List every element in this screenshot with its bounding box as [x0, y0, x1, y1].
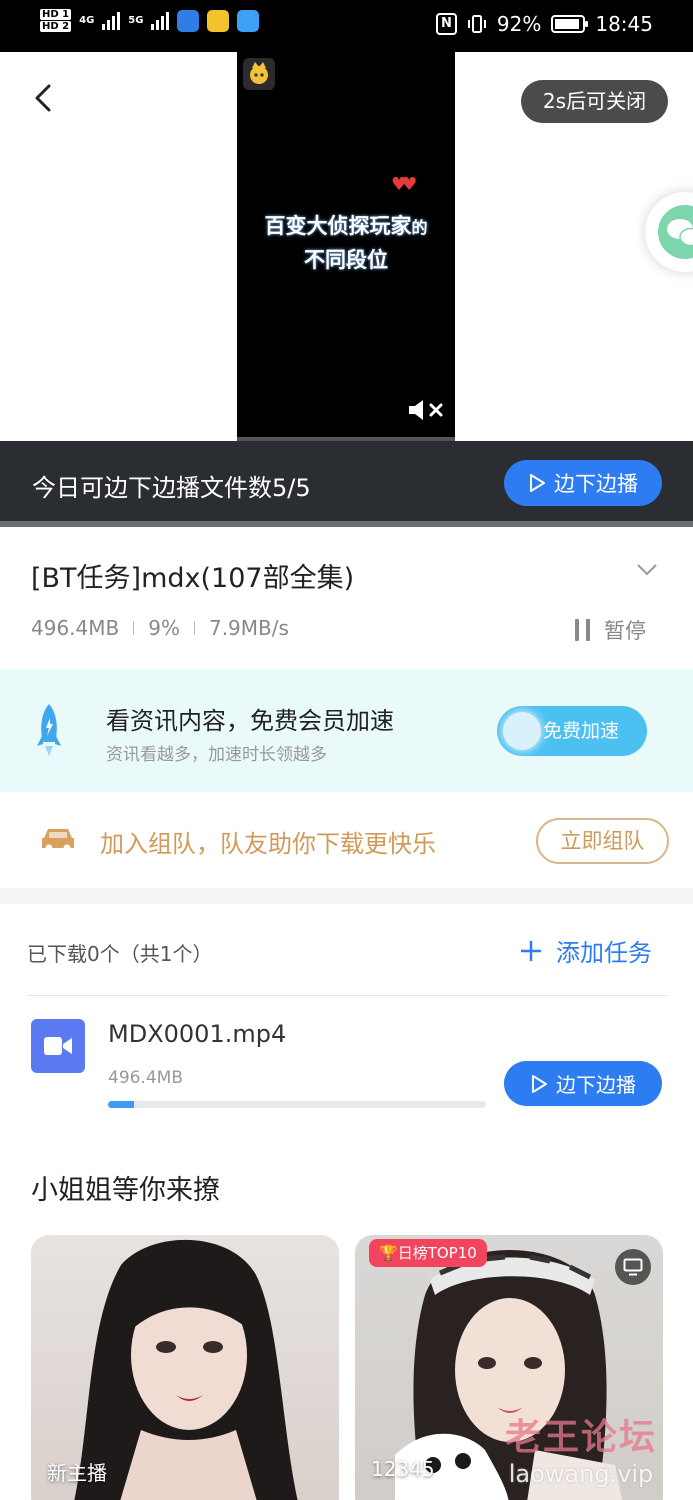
network-5g-label: 5G: [128, 14, 144, 26]
rocket-icon: [37, 704, 61, 756]
rank-badge: 🏆日榜TOP10: [369, 1239, 487, 1267]
rank-badge-label: 日榜TOP10: [397, 1244, 477, 1262]
pause-icon: [575, 619, 590, 641]
file-play-label: 边下边播: [556, 1073, 636, 1097]
app-notification-icon: [177, 9, 200, 32]
section-gap: [0, 888, 693, 904]
video-caption-line1: 百变大侦探玩家的: [237, 210, 455, 240]
vibrate-icon: [467, 15, 486, 33]
card-label: 新主播: [47, 1461, 107, 1485]
file-progress-bar: [108, 1101, 486, 1108]
battery-icon: [551, 15, 589, 33]
video-file-icon: [31, 1019, 85, 1073]
status-right: N 92% 18:45: [436, 12, 653, 36]
play-while-download-label: 边下边播: [554, 472, 638, 496]
add-task-label: 添加任务: [556, 939, 652, 967]
pause-button[interactable]: 暂停: [575, 615, 646, 645]
free-accelerate-button[interactable]: 免费加速: [497, 706, 647, 756]
screen-icon[interactable]: [615, 1249, 651, 1285]
play-icon: [532, 1074, 547, 1093]
watermark-title: 老王论坛: [505, 1416, 658, 1458]
video-caption-main: 百变大侦探玩家: [264, 214, 412, 238]
team-banner: 加入组队，队友助你下载更快乐 立即组队: [0, 792, 693, 888]
task-speed: 7.9MB/s: [208, 616, 289, 640]
task-stats: 496.4MB 9% 7.9MB/s: [31, 616, 289, 640]
stats-separator: [133, 621, 135, 635]
accelerate-title: 看资讯内容，免费会员加速: [106, 707, 394, 735]
file-play-button[interactable]: 边下边播: [504, 1061, 662, 1106]
car-icon: [42, 829, 74, 852]
accelerate-subtitle: 资讯看越多，加速时长领越多: [106, 745, 327, 765]
wechat-icon: [658, 205, 693, 259]
play-icon: [530, 474, 545, 492]
add-task-button[interactable]: 添加任务: [520, 933, 652, 968]
free-accelerate-label: 免费加速: [543, 720, 620, 742]
trophy-icon: 🏆: [379, 1244, 398, 1262]
play-quota-text: 今日可边下边播文件数5/5: [32, 474, 311, 502]
battery-percent: 92%: [496, 12, 542, 36]
video-caption-suffix: 的: [411, 218, 428, 237]
video-logo-icon: [243, 58, 275, 90]
play-while-download-button[interactable]: 边下边播: [504, 460, 662, 506]
file-name[interactable]: MDX0001.mp4: [108, 1020, 286, 1048]
status-left: HD 1 HD 2 4G 5G: [40, 8, 260, 33]
ad-area: ♥♥ 百变大侦探玩家的 不同段位 2s后可关闭: [0, 52, 693, 441]
streamer-card[interactable]: 新主播: [31, 1235, 339, 1500]
app-notification-icon-2: [207, 9, 230, 32]
plus-icon: [521, 940, 541, 961]
lightning-icon: [503, 712, 541, 750]
video-caption-line2: 不同段位: [304, 248, 388, 272]
download-count: 已下载0个（共1个）: [27, 942, 213, 966]
nfc-icon: N: [436, 13, 457, 35]
card-label: 12345: [371, 1457, 435, 1481]
divider: [27, 995, 668, 996]
play-while-download-bar: 今日可边下边播文件数5/5 边下边播: [0, 441, 693, 521]
accelerate-banner: 看资讯内容，免费会员加速 资讯看越多，加速时长领越多 免费加速: [0, 669, 693, 792]
task-percent: 9%: [148, 616, 180, 640]
hd-icon: HD 1 HD 2: [40, 9, 72, 32]
watermark: 老王论坛 laowang.vip: [505, 1408, 657, 1488]
bulb-icon: [237, 9, 260, 32]
signal-icon-2: [151, 11, 170, 30]
status-bar: HD 1 HD 2 4G 5G N 92% 18:45: [0, 0, 693, 52]
stats-separator-2: [193, 621, 195, 635]
chevron-down-icon[interactable]: [636, 563, 658, 577]
pause-label: 暂停: [604, 619, 646, 643]
file-size: 496.4MB: [108, 1068, 183, 1088]
close-countdown-button[interactable]: 2s后可关闭: [521, 80, 668, 123]
mute-icon[interactable]: [407, 398, 445, 422]
recommend-title: 小姐姐等你来撩: [31, 1175, 220, 1206]
signal-icon: [102, 11, 121, 30]
clock: 18:45: [595, 12, 653, 36]
divider-strip: [0, 521, 693, 527]
team-text: 加入组队，队友助你下载更快乐: [100, 830, 436, 858]
hearts-icon: ♥♥: [391, 174, 417, 195]
task-size: 496.4MB: [31, 616, 120, 640]
task-title: [BT任务]mdx(107部全集): [31, 563, 355, 594]
join-team-button[interactable]: 立即组队: [536, 818, 669, 864]
back-arrow-icon[interactable]: [22, 76, 66, 120]
wechat-float-button[interactable]: [645, 192, 693, 272]
watermark-url: laowang.vip: [508, 1460, 654, 1488]
network-4g-label: 4G: [79, 14, 95, 26]
file-progress-fill: [108, 1101, 135, 1108]
ad-video[interactable]: ♥♥ 百变大侦探玩家的 不同段位: [237, 52, 455, 441]
